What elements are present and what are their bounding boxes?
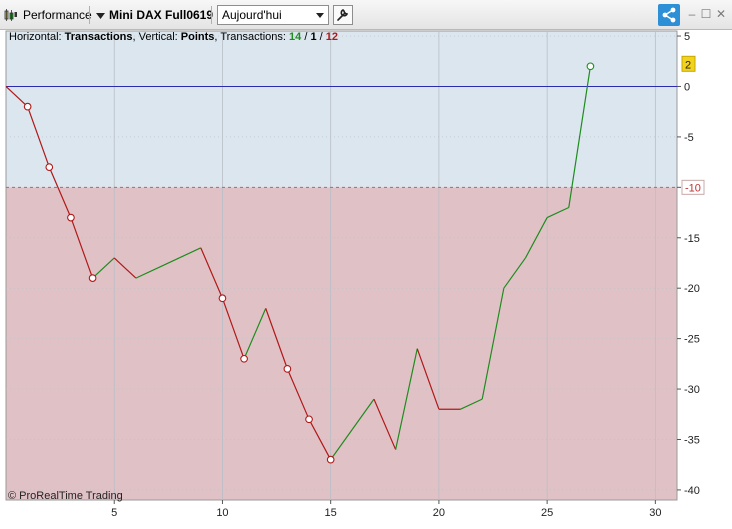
vertical-value: Points [180, 31, 215, 43]
horizontal-label: Horizontal: [9, 31, 65, 43]
y-tick-label: -5 [684, 132, 694, 144]
trade-marker [218, 294, 227, 303]
upper-zone [6, 31, 677, 188]
y-tick-label: -20 [684, 283, 700, 295]
y-tick-label: -15 [684, 233, 700, 245]
transactions-label: , Transactions: [214, 31, 290, 43]
trade-marker [586, 62, 595, 71]
trade-marker [240, 354, 248, 363]
trade-marker [23, 102, 32, 111]
watermark: © ProRealTime Trading [8, 490, 123, 502]
x-tick-label: 30 [649, 507, 661, 519]
x-tick-label: 20 [433, 507, 445, 519]
y-tick-label: -25 [684, 334, 700, 346]
y-tick-label: 0 [684, 81, 690, 93]
chart-header: Horizontal: Transactions, Vertical: Poin… [9, 31, 338, 44]
vertical-label: , Vertical: [132, 31, 181, 43]
trade-marker [326, 455, 335, 464]
threshold-badge-label: -10 [685, 182, 701, 194]
x-tick-label: 25 [541, 507, 553, 519]
equity-chart[interactable]: 5 10 15 20 25 30 5 0 -5 -15 -20 -25 -30 -35 -40 -10 2 [0, 0, 732, 529]
x-tick-label: 5 [111, 507, 117, 519]
x-tick-label: 15 [325, 507, 337, 519]
trade-marker [283, 365, 292, 373]
horizontal-value: Transactions [64, 31, 133, 43]
trade-marker [305, 415, 313, 424]
y-tick-label: -30 [684, 384, 700, 396]
y-tick-label: -40 [684, 485, 700, 497]
lower-zone [6, 187, 677, 501]
y-tick-label: 5 [684, 31, 690, 43]
trade-marker [45, 163, 54, 172]
current-value-label: 2 [685, 59, 691, 71]
separator: / [316, 31, 326, 43]
losses-count: 12 [325, 31, 338, 43]
y-tick-label: -35 [684, 434, 700, 446]
trade-marker [88, 274, 97, 282]
x-tick-label: 10 [216, 507, 228, 519]
wins-count: 14 [289, 31, 302, 43]
trade-marker [67, 213, 75, 222]
